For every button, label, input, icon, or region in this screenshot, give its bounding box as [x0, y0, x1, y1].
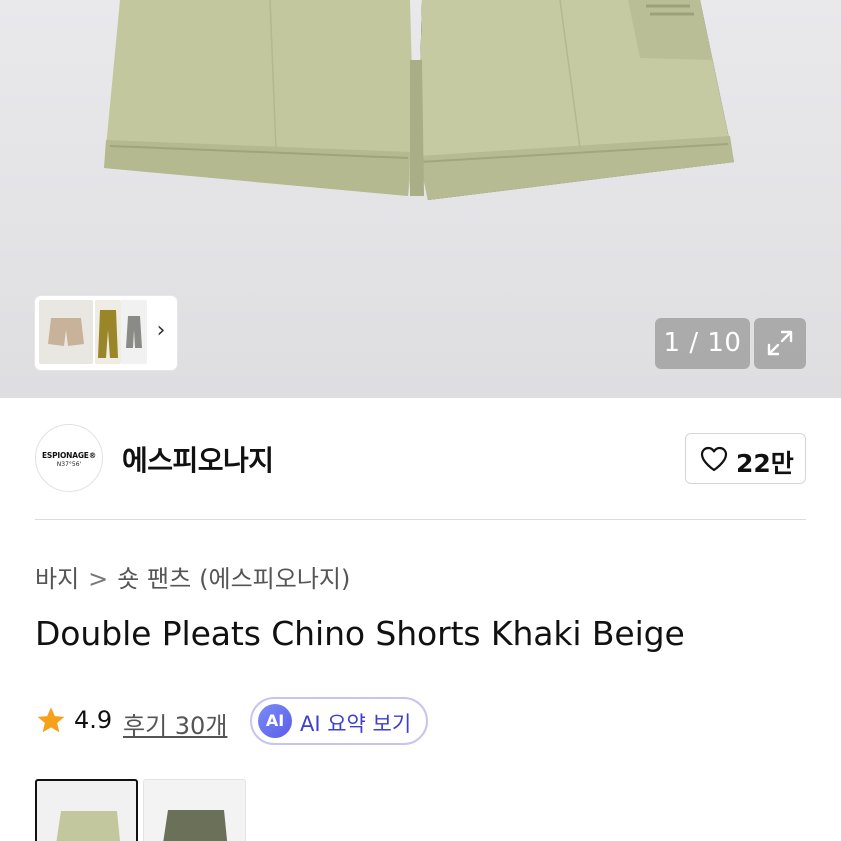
color-option-olive[interactable] [143, 779, 246, 841]
breadcrumb-subcategory[interactable]: 숏 팬츠 [117, 559, 191, 594]
brand-name[interactable]: 에스피오나지 [122, 439, 274, 479]
product-title: Double Pleats Chino Shorts Khaki Beige [35, 614, 685, 653]
breadcrumb-separator: > [88, 565, 109, 593]
breadcrumb-category[interactable]: 바지 [35, 559, 79, 594]
ai-summary-label: AI 요약 보기 [300, 712, 412, 736]
reviews-link[interactable]: 후기 30개 [123, 706, 227, 741]
brand-logo[interactable]: ESPIONAGE® N37°56' [35, 424, 103, 492]
like-count: 22만 [736, 449, 794, 478]
image-counter: 1 / 10 [655, 318, 750, 369]
rating-score: 4.9 [74, 706, 113, 734]
thumbnail-beige[interactable] [39, 300, 93, 364]
brand-logo-text: ESPIONAGE® [41, 451, 97, 460]
thumbnail-strip: › [35, 296, 177, 370]
heart-icon [700, 446, 728, 472]
color-option-khaki-beige[interactable] [35, 779, 138, 841]
product-image-gallery[interactable]: › 1 / 10 [0, 0, 841, 398]
expand-icon [767, 330, 793, 356]
ai-badge-icon: AI [258, 704, 292, 738]
chevron-right-icon[interactable]: › [151, 320, 171, 344]
thumbnail-mustard[interactable] [95, 300, 121, 364]
divider [35, 519, 806, 520]
brand-logo-subtext: N37°56' [56, 461, 82, 468]
ai-summary-button[interactable]: AI AI 요약 보기 [250, 697, 428, 745]
breadcrumb: 바지 > 숏 팬츠 (에스피오나지) [35, 559, 350, 594]
like-button[interactable]: 22만 [685, 433, 806, 484]
thumbnail-grey[interactable] [121, 300, 147, 364]
breadcrumb-brand[interactable]: (에스피오나지) [199, 559, 350, 594]
expand-button[interactable] [754, 318, 806, 369]
star-icon [37, 707, 65, 733]
